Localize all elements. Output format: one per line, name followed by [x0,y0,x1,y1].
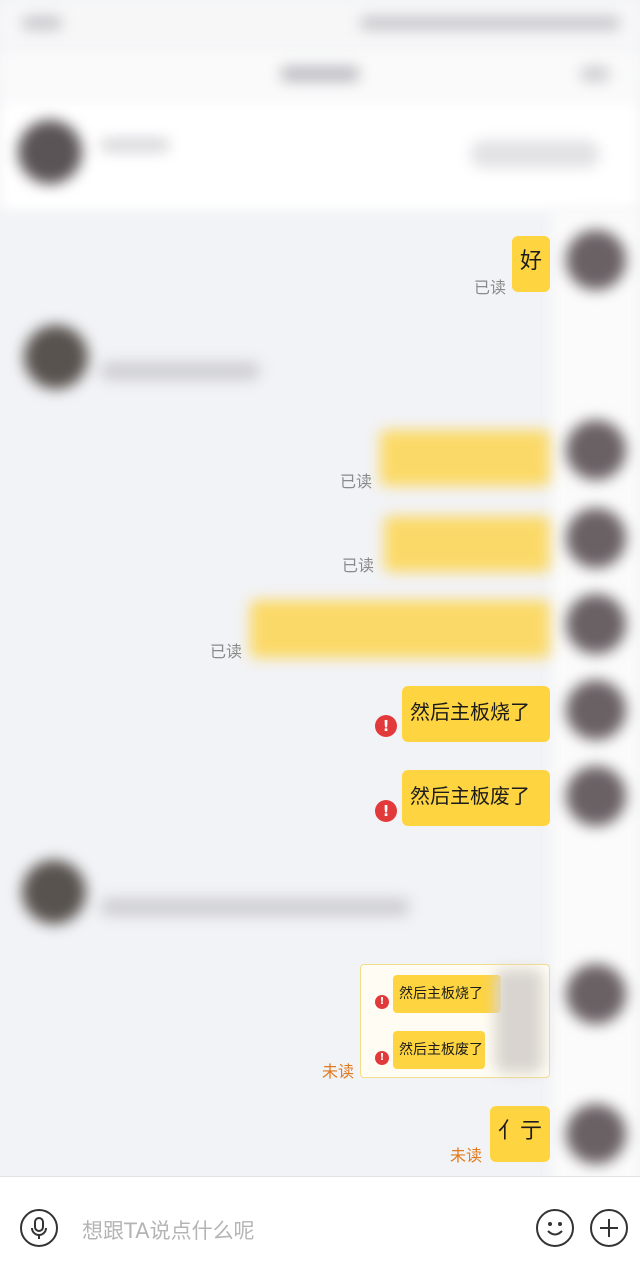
avatar[interactable] [22,860,86,924]
message-text-blurred [100,362,260,380]
avatar[interactable] [566,964,626,1024]
read-status: 已读 [474,278,507,297]
status-bar [0,0,640,50]
avatar[interactable] [566,680,626,740]
unread-status: 未读 [450,1146,483,1165]
avatar[interactable] [566,420,626,480]
forwarded-avatar-blurred [495,969,543,1073]
avatar[interactable] [566,1104,626,1164]
read-status: 已读 [210,642,243,661]
exclamation-icon[interactable]: ! [375,800,397,822]
avatar[interactable] [566,508,626,568]
message-text-blurred [100,898,410,916]
smiley-icon[interactable] [536,1209,574,1247]
message-bubble[interactable] [380,430,550,486]
forwarded-message-card[interactable]: ! 然后主板烧了 ! 然后主板废了 [360,964,550,1078]
exclamation-icon[interactable]: ! [375,715,397,737]
forwarded-item: 然后主板烧了 [393,975,501,1013]
message-bubble[interactable]: 亻亍 [490,1106,550,1162]
read-status: 已读 [340,472,373,491]
nav-more-button[interactable] [580,66,610,82]
microphone-icon[interactable] [20,1209,58,1247]
avatar[interactable] [24,325,88,389]
contact-avatar[interactable] [18,120,82,184]
read-status: 已读 [342,556,375,575]
contact-name [100,138,170,152]
plus-icon[interactable] [590,1209,628,1247]
message-bubble[interactable]: 然后主板废了 [402,770,550,826]
message-bubble[interactable]: 然后主板烧了 [402,686,550,742]
exclamation-icon: ! [375,995,389,1009]
forwarded-item: 然后主板废了 [393,1031,485,1069]
contact-action-button[interactable] [470,140,600,168]
avatar[interactable] [566,230,626,290]
avatar[interactable] [566,766,626,826]
contact-card [0,100,640,210]
unread-status: 未读 [322,1062,355,1081]
exclamation-icon: ! [375,1051,389,1065]
message-input[interactable]: 想跟TA说点什么呢 [82,1215,255,1245]
avatar[interactable] [566,594,626,654]
input-bar: 想跟TA说点什么呢 [0,1176,640,1280]
nav-bar [0,50,640,100]
message-bubble[interactable] [250,600,550,658]
message-bubble[interactable]: 好 [512,236,550,292]
message-bubble[interactable] [384,516,550,572]
nav-title [280,66,360,82]
